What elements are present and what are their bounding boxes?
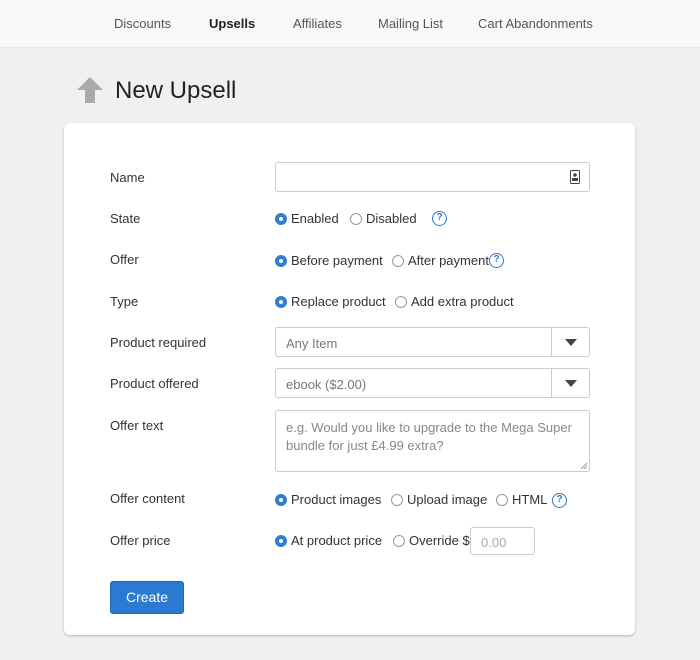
offer-text-label: Offer text	[110, 418, 164, 433]
offer-after-payment-radio[interactable]	[392, 255, 404, 267]
name-label: Name	[110, 170, 145, 185]
product-required-value: Any Item	[286, 336, 338, 351]
override-price-input[interactable]: 0.00	[470, 527, 535, 555]
nav-tab-mailing-list[interactable]: Mailing List	[378, 16, 443, 31]
offer-content-html-radio[interactable]	[496, 494, 508, 506]
offer-content-html-label[interactable]: HTML	[512, 492, 547, 507]
product-required-select[interactable]: Any Item	[275, 327, 590, 357]
offer-price-override-radio[interactable]	[393, 535, 405, 547]
type-replace-product-radio[interactable]	[275, 296, 287, 308]
type-replace-product-label[interactable]: Replace product	[291, 294, 386, 309]
nav-tab-upsells[interactable]: Upsells	[209, 16, 255, 31]
state-label: State	[110, 211, 141, 226]
state-disabled-radio[interactable]	[350, 213, 362, 225]
product-offered-dropdown-button[interactable]	[551, 369, 589, 397]
offer-price-at-product-price-label[interactable]: At product price	[291, 533, 382, 548]
offer-price-label: Offer price	[110, 533, 171, 548]
create-button[interactable]: Create	[110, 581, 184, 614]
product-required-label: Product required	[110, 335, 207, 350]
offer-content-product-images-label[interactable]: Product images	[291, 492, 381, 507]
offer-price-override-label[interactable]: Override $	[409, 533, 470, 548]
product-offered-label: Product offered	[110, 376, 199, 391]
state-enabled-radio[interactable]	[275, 213, 287, 225]
resize-grip-icon[interactable]	[580, 462, 588, 470]
offer-after-payment-label[interactable]: After payment	[408, 253, 489, 268]
state-enabled-label[interactable]: Enabled	[291, 211, 339, 226]
offer-label: Offer	[110, 252, 139, 267]
nav-tab-discounts[interactable]: Discounts	[114, 16, 171, 31]
page-title: New Upsell	[115, 77, 237, 104]
nav-tab-cart-abandonments[interactable]: Cart Abandonments	[478, 16, 593, 31]
offer-content-label: Offer content	[110, 491, 185, 506]
state-disabled-label[interactable]: Disabled	[366, 211, 417, 226]
offer-before-payment-label[interactable]: Before payment	[291, 253, 383, 268]
product-required-dropdown-button[interactable]	[551, 328, 589, 356]
type-label: Type	[110, 294, 139, 309]
contact-card-icon[interactable]	[570, 170, 580, 184]
offer-price-at-product-price-radio[interactable]	[275, 535, 287, 547]
upsell-form-card: Name State Enabled Disabled ? Offer Befo…	[64, 123, 635, 635]
nav-tab-affiliates[interactable]: Affiliates	[293, 16, 342, 31]
offer-content-product-images-radio[interactable]	[275, 494, 287, 506]
product-offered-select[interactable]: ebook ($2.00)	[275, 368, 590, 398]
type-add-extra-product-radio[interactable]	[395, 296, 407, 308]
offer-text-placeholder: e.g. Would you like to upgrade to the Me…	[286, 420, 572, 453]
offer-content-help-icon[interactable]: ?	[552, 493, 567, 508]
offer-help-icon[interactable]: ?	[489, 253, 504, 268]
arrow-up-icon	[77, 77, 103, 103]
chevron-down-icon	[565, 339, 577, 346]
offer-before-payment-radio[interactable]	[275, 255, 287, 267]
offer-content-upload-image-radio[interactable]	[391, 494, 403, 506]
chevron-down-icon	[565, 380, 577, 387]
state-help-icon[interactable]: ?	[432, 211, 447, 226]
top-nav: Discounts Upsells Affiliates Mailing Lis…	[0, 0, 700, 48]
name-input[interactable]	[275, 162, 590, 192]
override-price-placeholder: 0.00	[481, 535, 507, 550]
offer-text-textarea[interactable]: e.g. Would you like to upgrade to the Me…	[275, 410, 590, 472]
type-add-extra-product-label[interactable]: Add extra product	[411, 294, 514, 309]
offer-content-upload-image-label[interactable]: Upload image	[407, 492, 487, 507]
product-offered-value: ebook ($2.00)	[286, 377, 367, 392]
